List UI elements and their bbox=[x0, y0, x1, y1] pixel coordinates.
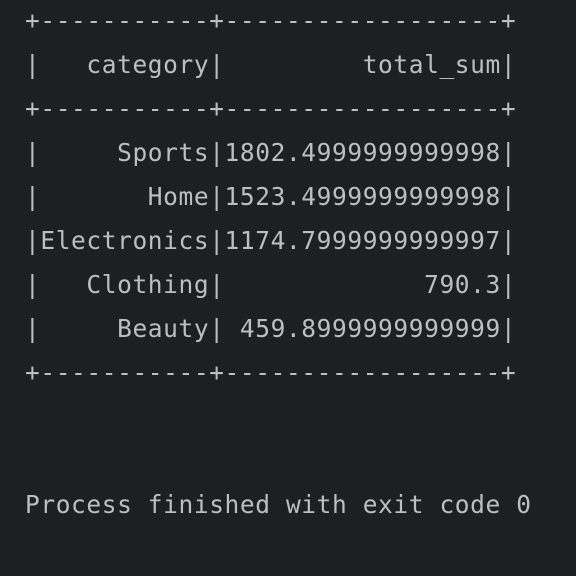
table-header-separator: +-----------+------------------+ bbox=[25, 94, 517, 123]
run-console-output: +-----------+------------------+ | categ… bbox=[0, 0, 576, 576]
table-row: | Sports|1802.4999999999998| bbox=[25, 138, 517, 167]
process-exit-message: Process finished with exit code 0 bbox=[25, 490, 532, 519]
table-header-row: | category| total_sum| bbox=[25, 50, 517, 79]
table-border-bottom: +-----------+------------------+ bbox=[25, 358, 517, 387]
table-row: |Electronics|1174.7999999999997| bbox=[25, 226, 517, 255]
table-row: | Beauty| 459.8999999999999| bbox=[25, 314, 517, 343]
table-row: | Home|1523.4999999999998| bbox=[25, 182, 517, 211]
table-row: | Clothing| 790.3| bbox=[25, 270, 517, 299]
table-border-top: +-----------+------------------+ bbox=[25, 6, 517, 35]
